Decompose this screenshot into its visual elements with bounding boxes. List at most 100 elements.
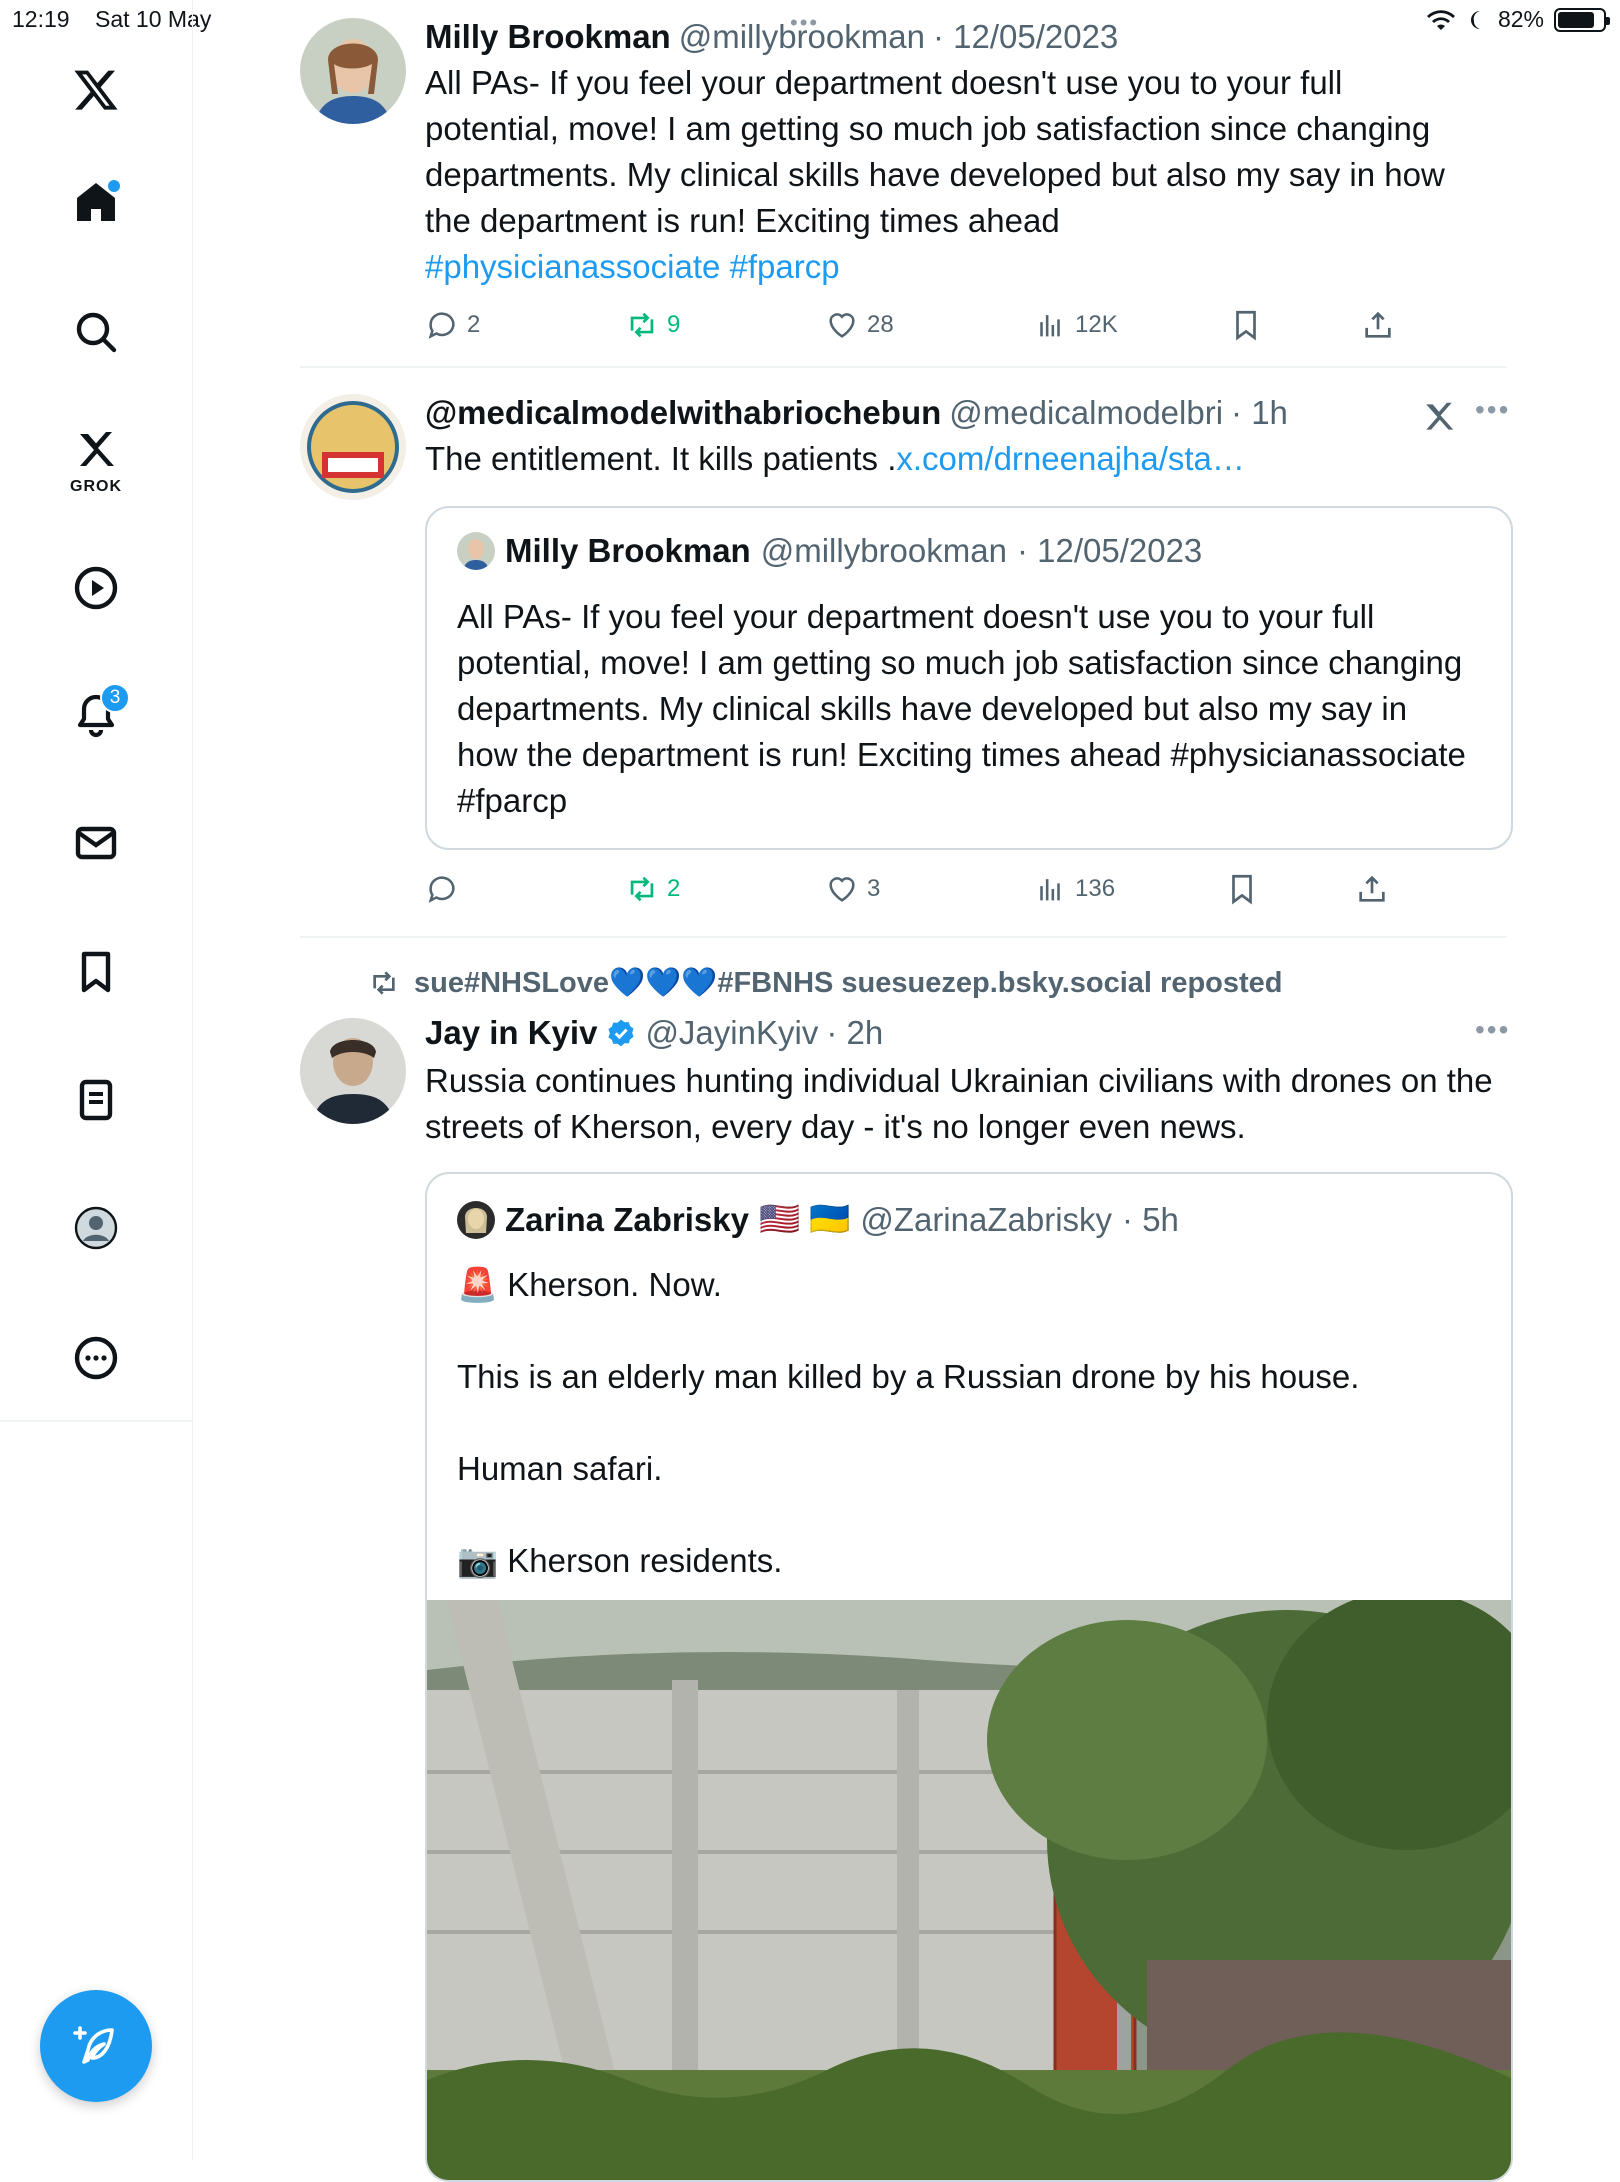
author-name[interactable]: @medicalmodelwithabriochebun xyxy=(425,394,941,432)
quote-author-handle: @ZarinaZabrisky xyxy=(860,1200,1113,1238)
quote-text: 🚨 Kherson. Now. This is an elderly man k… xyxy=(457,1262,1467,1584)
reposted-by-label[interactable]: sue#NHSLove💙💙💙#FBNHS suesuezep.bsky.soci… xyxy=(414,966,1283,1000)
quote-avatar xyxy=(457,1200,495,1239)
bookmark-icon xyxy=(1232,874,1252,905)
bookmark-button[interactable] xyxy=(1229,308,1263,342)
post-time[interactable]: · 12/05/2023 xyxy=(933,18,1118,56)
profile-nav[interactable] xyxy=(56,1188,136,1268)
messages-nav[interactable] xyxy=(56,803,136,883)
bookmarks-nav[interactable] xyxy=(56,932,136,1012)
author-handle[interactable]: @JayinKyiv xyxy=(645,1014,818,1052)
repost-button[interactable]: 2 xyxy=(625,872,680,906)
author-name[interactable]: Jay in Kyiv xyxy=(425,1014,597,1052)
more-circle-icon xyxy=(74,1336,118,1380)
share-icon xyxy=(1365,311,1391,338)
home-unread-dot xyxy=(108,180,120,192)
search-nav[interactable] xyxy=(56,292,136,372)
views-button[interactable]: 12K xyxy=(1033,308,1118,342)
post-text: Russia continues hunting individual Ukra… xyxy=(425,1062,1493,1145)
home-nav[interactable] xyxy=(56,162,136,242)
timeline: Milly Brookman @millybrookman · 12/05/20… xyxy=(193,0,1620,2182)
list-icon xyxy=(79,1079,113,1121)
repost-button[interactable]: 9 xyxy=(625,308,680,342)
repost-context[interactable]: sue#NHSLove💙💙💙#FBNHS suesuezep.bsky.soci… xyxy=(368,966,1283,1000)
avatar[interactable] xyxy=(300,1018,406,1124)
quote-line: 📷 Kherson residents. xyxy=(457,1542,783,1579)
repost-icon xyxy=(630,876,654,902)
post-text: The entitlement. It kills patients .x.co… xyxy=(425,436,1485,482)
quoted-post[interactable]: Milly Brookman @millybrookman · 12/05/20… xyxy=(425,506,1513,850)
quote-line: This is an elderly man killed by a Russi… xyxy=(457,1358,1360,1395)
like-count: 3 xyxy=(867,875,881,902)
quoted-post[interactable]: Zarina Zabrisky 🇺🇸 🇺🇦 @ZarinaZabrisky · … xyxy=(425,1172,1513,2182)
mail-icon xyxy=(75,826,117,860)
reply-count: 2 xyxy=(467,311,481,338)
author-handle[interactable]: @medicalmodelbri xyxy=(949,394,1223,432)
repost-icon xyxy=(630,312,654,338)
reply-button[interactable]: 2 xyxy=(425,308,480,342)
repost-count: 9 xyxy=(667,311,681,338)
reply-button[interactable] xyxy=(425,872,459,906)
grok-icon xyxy=(80,432,114,466)
video-nav[interactable] xyxy=(56,548,136,628)
post-hashtags[interactable]: #physicianassociate #fparcp xyxy=(425,248,840,285)
quote-header: Zarina Zabrisky 🇺🇸 🇺🇦 @ZarinaZabrisky · … xyxy=(457,1200,1179,1239)
post-milly[interactable]: Milly Brookman @millybrookman · 12/05/20… xyxy=(300,18,1507,348)
compose-button[interactable] xyxy=(40,1990,152,2102)
quote-avatar xyxy=(457,532,495,570)
quote-time: · 12/05/2023 xyxy=(1016,532,1203,569)
post-header: Jay in Kyiv @JayinKyiv · 2h xyxy=(425,1014,883,1052)
verified-icon xyxy=(608,1019,634,1047)
views-icon xyxy=(1040,315,1060,337)
heart-icon xyxy=(829,877,855,902)
like-button[interactable]: 28 xyxy=(825,308,894,342)
post-actions: 2 3 136 xyxy=(425,872,1425,912)
more-nav[interactable] xyxy=(56,1318,136,1398)
post-divider xyxy=(300,366,1507,368)
compose-feather-icon xyxy=(73,2026,114,2064)
more-icon[interactable]: ••• xyxy=(1475,394,1510,426)
reply-icon xyxy=(428,312,455,339)
share-button[interactable] xyxy=(1355,872,1389,906)
post-time[interactable]: · 2h xyxy=(826,1014,883,1052)
post-time[interactable]: · 1h xyxy=(1231,394,1288,432)
search-icon xyxy=(76,312,117,353)
grok-icon[interactable] xyxy=(1420,398,1458,436)
views-button[interactable]: 136 xyxy=(1033,872,1115,906)
post-link[interactable]: x.com/drneenajha/sta… xyxy=(896,440,1245,477)
bookmark-icon xyxy=(1236,310,1256,341)
repost-count: 2 xyxy=(667,875,681,902)
like-button[interactable]: 3 xyxy=(825,872,880,906)
views-count: 136 xyxy=(1075,875,1116,902)
post-divider xyxy=(300,936,1507,938)
sidebar-divider xyxy=(0,1420,193,1422)
notifications-nav[interactable]: 3 xyxy=(56,675,136,755)
quote-media-photo[interactable] xyxy=(427,1600,1511,2180)
quote-header: Milly Brookman @millybrookman · 12/05/20… xyxy=(457,532,1202,570)
post-body: All PAs- If you feel your department doe… xyxy=(425,64,1445,239)
views-count: 12K xyxy=(1075,311,1118,338)
x-logo-icon[interactable] xyxy=(56,50,136,130)
author-handle[interactable]: @millybrookman xyxy=(679,18,925,56)
notifications-badge: 3 xyxy=(100,683,130,713)
author-name[interactable]: Milly Brookman xyxy=(425,18,671,56)
post-actions: 2 9 28 12K xyxy=(425,308,1425,348)
bookmark-button[interactable] xyxy=(1225,872,1259,906)
quote-time: · 5h xyxy=(1122,1200,1179,1238)
sidebar: GROK 3 xyxy=(0,0,193,2160)
views-icon xyxy=(1040,879,1060,901)
avatar[interactable] xyxy=(300,18,406,124)
profile-avatar-icon xyxy=(74,1206,118,1250)
quote-author-name: Milly Brookman xyxy=(505,532,751,569)
quote-line: 🚨 Kherson. Now. xyxy=(457,1266,722,1303)
share-button[interactable] xyxy=(1361,308,1395,342)
repost-icon xyxy=(373,971,395,995)
quote-author-handle: @millybrookman xyxy=(760,532,1007,569)
lists-nav[interactable] xyxy=(56,1060,136,1140)
post-body: The entitlement. It kills patients . xyxy=(425,440,897,477)
post-header: Milly Brookman @millybrookman · 12/05/20… xyxy=(425,18,1118,56)
like-count: 28 xyxy=(867,311,894,338)
more-icon[interactable]: ••• xyxy=(1475,1014,1510,1046)
avatar[interactable] xyxy=(300,394,406,500)
quote-author-name: Zarina Zabrisky xyxy=(505,1200,749,1238)
